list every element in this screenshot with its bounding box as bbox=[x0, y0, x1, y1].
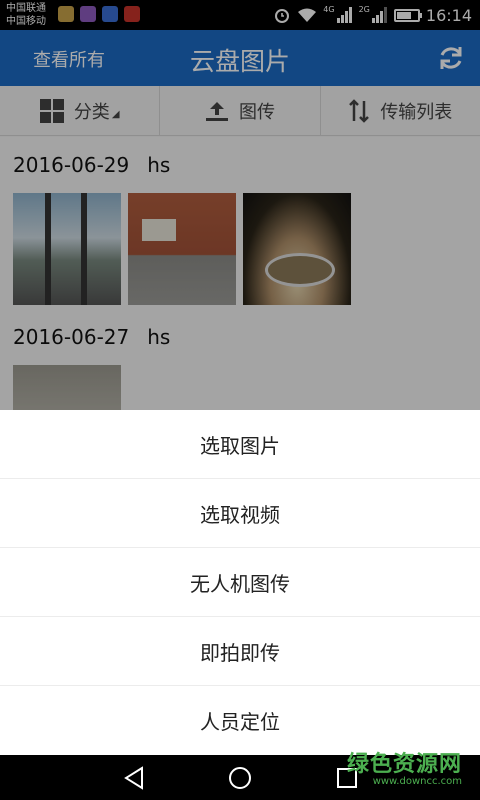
personnel-location-option[interactable]: 人员定位 bbox=[0, 686, 480, 755]
home-icon[interactable] bbox=[227, 765, 253, 791]
action-sheet: 选取图片 选取视频 无人机图传 即拍即传 人员定位 bbox=[0, 410, 480, 755]
watermark: 绿色资源网 www.downcc.com bbox=[347, 746, 462, 787]
modal-overlay[interactable] bbox=[0, 0, 480, 410]
select-photo-option[interactable]: 选取图片 bbox=[0, 410, 480, 479]
shoot-and-upload-option[interactable]: 即拍即传 bbox=[0, 617, 480, 686]
watermark-title: 绿色资源网 bbox=[346, 752, 462, 777]
back-icon[interactable] bbox=[122, 765, 148, 791]
drone-transfer-option[interactable]: 无人机图传 bbox=[0, 548, 480, 617]
select-video-option[interactable]: 选取视频 bbox=[0, 479, 480, 548]
